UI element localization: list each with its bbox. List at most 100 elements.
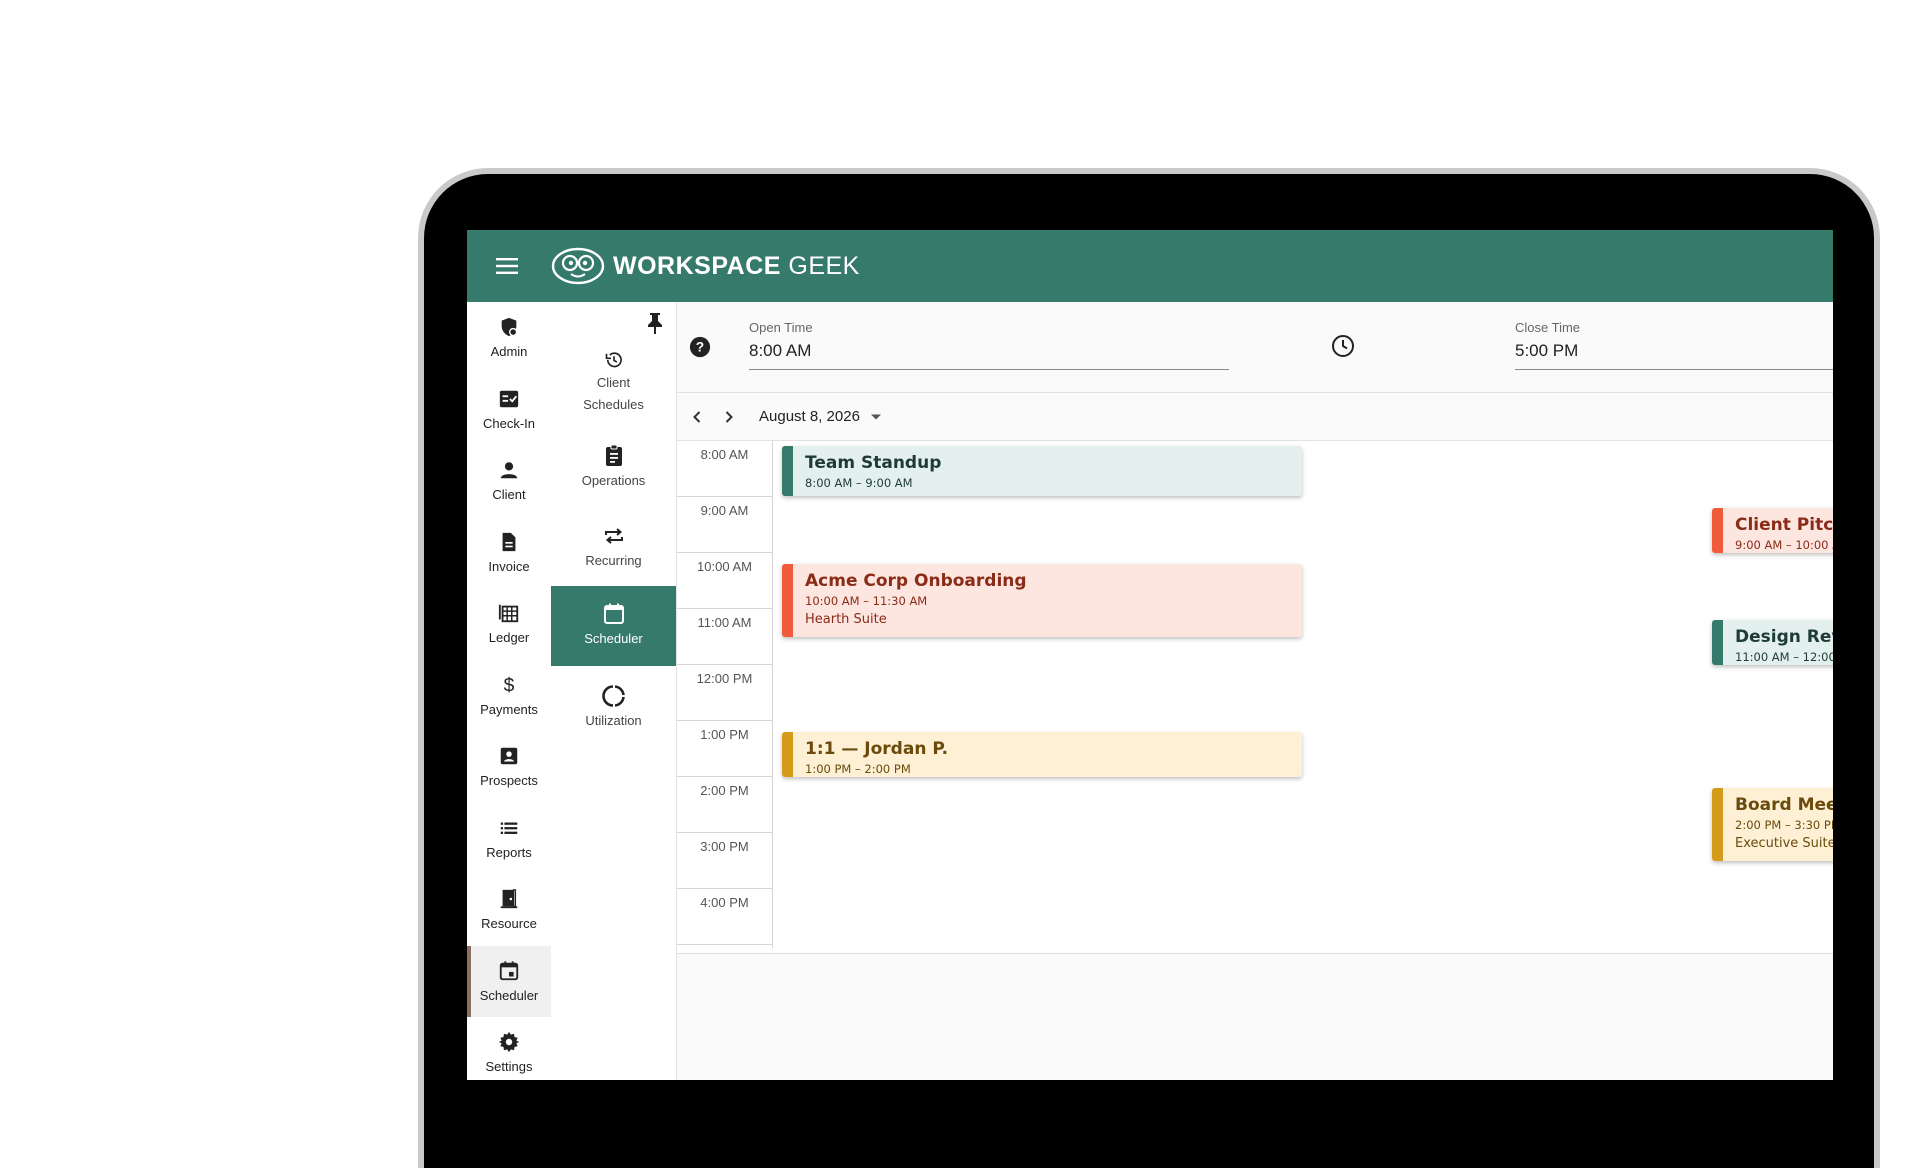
time-slot: 8:00 AM	[677, 441, 772, 497]
event-title: Design Review	[1735, 627, 1833, 647]
clock-icon	[1332, 335, 1354, 357]
submenu-label: Operations	[581, 473, 646, 488]
clipboard-icon	[605, 444, 622, 466]
contact-card-icon	[500, 748, 518, 765]
time-slot: 12:00 PM	[677, 665, 772, 721]
close-time-value[interactable]: 5:00 PM	[1515, 341, 1833, 370]
svg-text:$: $	[504, 675, 515, 696]
event-design-review[interactable]: Design Review 11:00 AM – 12:00 PM	[1712, 620, 1833, 665]
time-slot: 3:00 PM	[677, 833, 772, 889]
caret-down-icon	[870, 414, 881, 419]
hamburger-icon	[496, 258, 518, 274]
person-icon	[500, 462, 518, 479]
brand-name-bold: WORKSPACE	[613, 251, 781, 280]
rail-item-invoice[interactable]: Invoice	[467, 517, 551, 589]
event-title: 1:1 — Jordan P.	[805, 739, 949, 759]
submenu-item-scheduler[interactable]: Scheduler	[551, 586, 676, 666]
event-time: 8:00 AM – 9:00 AM	[805, 476, 913, 490]
event-client-pitch[interactable]: Client Pitch 9:00 AM – 10:00 AM	[1712, 508, 1833, 553]
pin-icon	[648, 313, 662, 334]
help-icon: ?	[689, 336, 711, 358]
event-acme-corp-onboarding[interactable]: Acme Corp Onboarding 10:00 AM – 11:30 AM…	[782, 564, 1302, 637]
event-title: Client Pitch	[1735, 515, 1833, 535]
event-one-on-one-jordan[interactable]: 1:1 — Jordan P. 1:00 PM – 2:00 PM	[782, 732, 1302, 777]
scheduler-submenu: Client Schedules Operations Recurring Sc…	[551, 302, 677, 1080]
event-time: 1:00 PM – 2:00 PM	[805, 762, 911, 776]
time-slot: 4:00 PM	[677, 889, 772, 945]
open-time-label: Open Time	[749, 320, 813, 335]
table-icon	[498, 605, 519, 623]
submenu-item-client-schedules[interactable]: Client Schedules	[551, 350, 676, 416]
submenu-item-operations[interactable]: Operations	[551, 444, 676, 494]
open-time-value[interactable]: 8:00 AM	[749, 341, 1229, 370]
submenu-label: Recurring	[585, 553, 642, 568]
previous-day-button[interactable]	[683, 403, 711, 431]
rail-item-prospects[interactable]: Prospects	[467, 731, 551, 803]
event-time: 10:00 AM – 11:30 AM	[805, 594, 928, 608]
rail-item-settings[interactable]: Settings	[467, 1017, 551, 1080]
current-date: August 8, 2026	[759, 408, 860, 425]
submenu-item-utilization[interactable]: Utilization	[551, 684, 676, 734]
menu-button[interactable]	[493, 252, 521, 280]
time-slot: 11:00 AM	[677, 609, 772, 665]
rail-label: Resource	[481, 916, 537, 932]
rail-label: Client	[492, 487, 526, 503]
rail-label: Reports	[486, 844, 532, 860]
event-time: 9:00 AM – 10:00 AM	[1735, 538, 1833, 552]
event-title: Acme Corp Onboarding	[805, 571, 1027, 591]
rail-label: Admin	[490, 344, 528, 360]
business-hours-bar: ? Open Time 8:00 AM Close Time 5:00 PM	[677, 302, 1833, 393]
time-slot: 1:00 PM	[677, 721, 772, 777]
time-slot: 10:00 AM	[677, 553, 772, 609]
help-button[interactable]: ?	[689, 336, 711, 363]
donut-icon	[601, 685, 625, 707]
calendar-icon	[499, 961, 519, 980]
submenu-label: Client Schedules	[583, 375, 644, 412]
rail-item-client[interactable]: Client	[467, 445, 551, 517]
date-picker-dropdown[interactable]: August 8, 2026	[759, 408, 882, 425]
rail-label: Check-In	[482, 415, 536, 431]
rail-item-resource[interactable]: Resource	[467, 874, 551, 946]
close-time-field[interactable]: Close Time 5:00 PM	[1515, 320, 1833, 370]
rail-item-reports[interactable]: Reports	[467, 803, 551, 875]
open-time-field[interactable]: Open Time 8:00 AM	[749, 320, 1229, 370]
rail-label: Settings	[485, 1059, 533, 1075]
event-title: Board Meeting	[1735, 795, 1833, 815]
day-schedule-grid: 8:00 AM 9:00 AM 10:00 AM 11:00 AM 12:00 …	[677, 441, 1833, 954]
event-board-meeting[interactable]: Board Meeting 2:00 PM – 3:30 PM Executiv…	[1712, 788, 1833, 861]
shield-icon	[501, 318, 518, 337]
main-content: ? Open Time 8:00 AM Close Time 5:00 PM A…	[677, 302, 1833, 1080]
event-title: Team Standup	[805, 453, 942, 473]
app-screen: WORKSPACE GEEK Admin Check-In Client Inv…	[467, 230, 1833, 1080]
rail-item-admin[interactable]: Admin	[467, 302, 551, 374]
rail-item-check-in[interactable]: Check-In	[467, 374, 551, 446]
time-column: 8:00 AM 9:00 AM 10:00 AM 11:00 AM 12:00 …	[677, 441, 773, 948]
chevron-right-icon	[725, 410, 733, 423]
gear-icon	[498, 1032, 520, 1053]
next-day-button[interactable]	[715, 403, 743, 431]
rail-label: Scheduler	[479, 987, 539, 1003]
rail-item-payments[interactable]: $ Payments	[467, 660, 551, 732]
submenu-item-recurring[interactable]: Recurring	[551, 524, 676, 574]
submenu-label: Utilization	[585, 713, 642, 728]
brand-name-light: GEEK	[788, 251, 860, 280]
time-slot: 2:00 PM	[677, 777, 772, 833]
rail-label: Prospects	[480, 773, 538, 789]
rail-item-ledger[interactable]: Ledger	[467, 588, 551, 660]
time-slot: 9:00 AM	[677, 497, 772, 553]
document-icon	[502, 532, 516, 551]
event-time: 2:00 PM – 3:30 PM	[1735, 818, 1833, 832]
event-team-standup[interactable]: Team Standup 8:00 AM – 9:00 AM	[782, 446, 1302, 496]
event-time: 11:00 AM – 12:00 PM	[1735, 650, 1833, 664]
primary-nav-rail: Admin Check-In Client Invoice Ledger $ P…	[467, 302, 552, 1080]
calendar-icon	[603, 603, 624, 624]
history-icon	[605, 352, 622, 368]
event-location: Hearth Suite	[805, 612, 887, 627]
repeat-icon	[604, 528, 623, 544]
brand-logo[interactable]: WORKSPACE GEEK	[551, 247, 860, 285]
pin-button[interactable]	[646, 312, 664, 339]
event-location: Executive Suite	[1735, 836, 1833, 851]
date-navigation: August 8, 2026	[677, 393, 1833, 441]
rail-item-scheduler[interactable]: Scheduler	[467, 945, 551, 1017]
open-time-picker-button[interactable]	[1331, 334, 1355, 363]
